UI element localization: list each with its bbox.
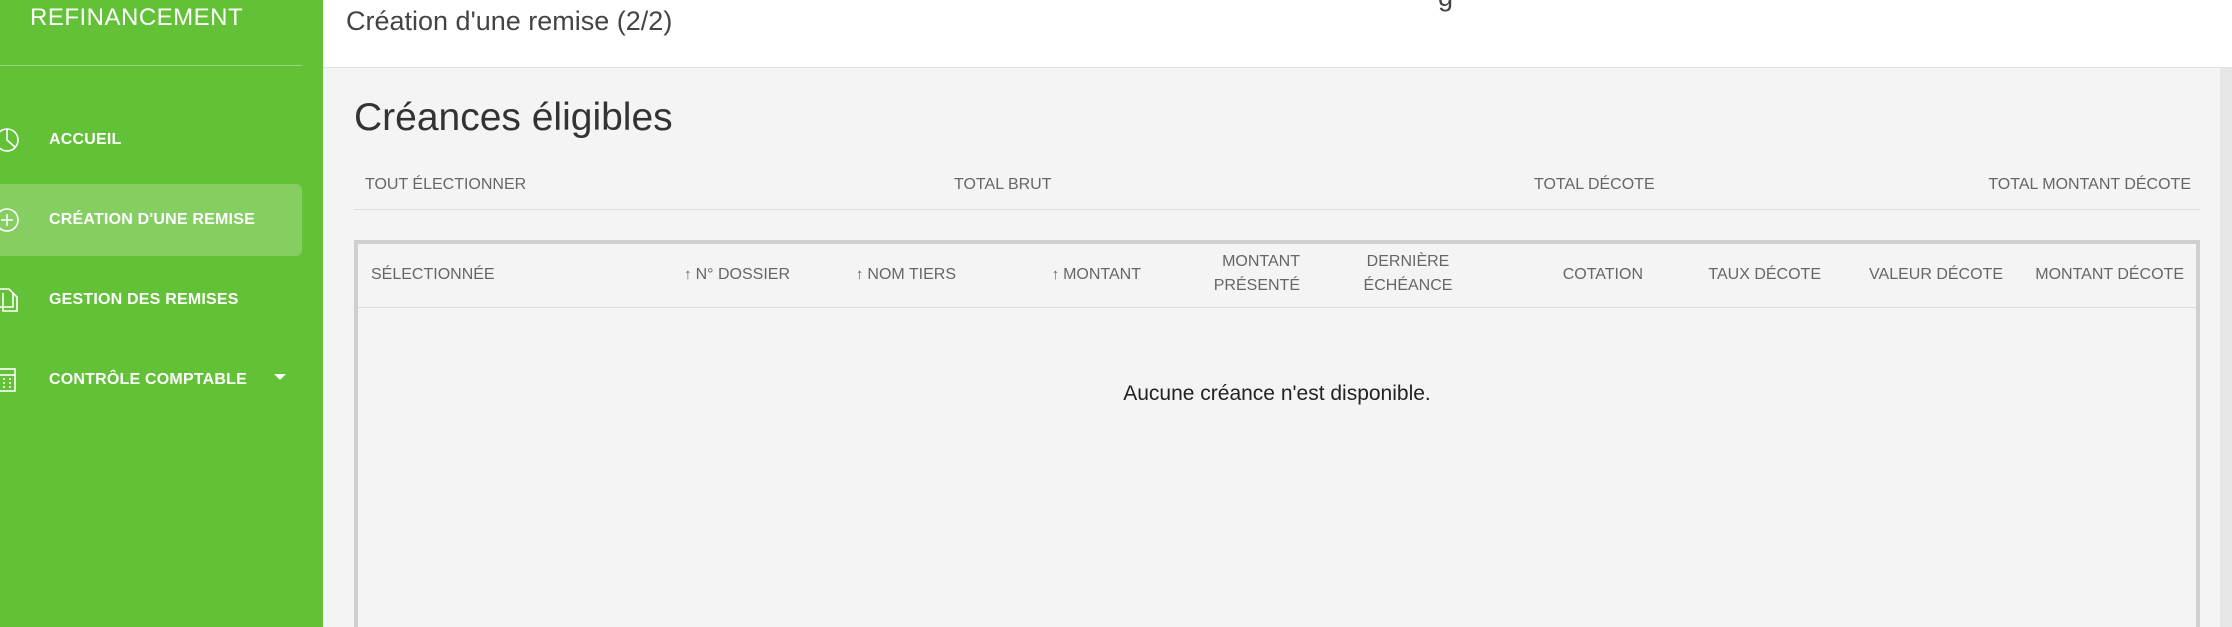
column-label: DERNIÈRE <box>1366 253 1450 270</box>
sidebar-item-controle-comptable[interactable]: CONTRÔLE COMPTABLE <box>0 344 302 416</box>
total-montant-decote-label: TOTAL MONTANT DÉCOTE <box>1988 176 2191 193</box>
total-decote-label: TOTAL DÉCOTE <box>1534 176 1655 193</box>
select-all-link[interactable]: TOUT ÉLECTIONNER <box>365 176 526 194</box>
column-header-selectionnee[interactable]: SÉLECTIONNÉE <box>371 263 495 287</box>
column-header-nom-tiers[interactable]: ↑ NOM TIERS <box>856 263 956 287</box>
documents-icon <box>0 285 22 315</box>
page-title: Création d'une remise (2/2) <box>346 6 673 36</box>
sort-arrow-icon: ↑ <box>855 266 864 283</box>
pie-chart-icon <box>0 125 22 155</box>
page-header-cut-text: g <box>1438 0 1453 13</box>
column-label: SÉLECTIONNÉE <box>371 266 495 283</box>
sidebar-item-label: GESTION DES REMISES <box>49 291 239 308</box>
sort-arrow-icon: ↑ <box>1051 266 1060 283</box>
sidebar-item-label: ACCUEIL <box>49 131 122 148</box>
top-bar: Création d'une remise (2/2) g <box>323 0 2232 68</box>
column-header-dossier[interactable]: ↑ N° DOSSIER <box>684 263 790 287</box>
column-label: MONTANT <box>1063 266 1141 283</box>
column-header-montant[interactable]: ↑ MONTANT <box>1052 263 1141 287</box>
total-brut-label: TOTAL BRUT <box>954 176 1052 193</box>
table-header: SÉLECTIONNÉE ↑ N° DOSSIER ↑ NOM TIERS ↑ MON… <box>358 244 2196 308</box>
column-header-cotation[interactable]: COTATION <box>1563 263 1643 287</box>
column-label: NOM TIERS <box>867 266 956 283</box>
scrollbar[interactable] <box>2220 68 2232 627</box>
brand-divider <box>0 65 302 66</box>
creances-table: SÉLECTIONNÉE ↑ N° DOSSIER ↑ NOM TIERS ↑ MON… <box>354 240 2200 627</box>
chevron-down-icon[interactable] <box>274 374 286 380</box>
sidebar-item-label: CRÉATION D'UNE REMISE <box>49 211 255 228</box>
column-label: MONTANT <box>1222 253 1300 270</box>
section-title: Créances éligibles <box>354 96 673 139</box>
column-header-taux-decote[interactable]: TAUX DÉCOTE <box>1708 263 1821 287</box>
column-label: TAUX DÉCOTE <box>1708 266 1821 283</box>
column-header-derniere-echeance[interactable]: DERNIÈRE ÉCHÉANCE <box>1358 250 1458 298</box>
column-header-montant-decote[interactable]: MONTANT DÉCOTE <box>2035 263 2184 287</box>
column-label-line2: PRÉSENTÉ <box>1213 277 1300 294</box>
column-label: COTATION <box>1562 266 1643 283</box>
column-label-line2: ÉCHÉANCE <box>1363 277 1453 294</box>
summary-bar: TOUT ÉLECTIONNER TOTAL BRUT TOTAL DÉCOTE… <box>354 168 2200 210</box>
column-label: MONTANT DÉCOTE <box>2035 266 2184 283</box>
column-header-montant-presente[interactable]: MONTANT PRÉSENTÉ <box>1214 250 1300 298</box>
calculator-icon <box>0 365 22 395</box>
plus-circle-icon <box>0 205 22 235</box>
sidebar-item-accueil[interactable]: ACCUEIL <box>0 104 302 176</box>
column-label: VALEUR DÉCOTE <box>1869 266 2003 283</box>
sidebar: REFINANCEMENT ACCUEIL CRÉATION D'UNE REM… <box>0 0 323 627</box>
sidebar-item-creation-remise[interactable]: CRÉATION D'UNE REMISE <box>0 184 302 256</box>
column-label: N° DOSSIER <box>695 266 790 283</box>
app-brand[interactable]: REFINANCEMENT <box>30 4 243 32</box>
sort-arrow-icon: ↑ <box>684 266 692 283</box>
sidebar-item-label: CONTRÔLE COMPTABLE <box>49 371 247 388</box>
sidebar-item-gestion-remises[interactable]: GESTION DES REMISES <box>0 264 302 336</box>
empty-state-message: Aucune créance n'est disponible. <box>1123 382 1431 405</box>
column-header-valeur-decote[interactable]: VALEUR DÉCOTE <box>1869 263 2003 287</box>
